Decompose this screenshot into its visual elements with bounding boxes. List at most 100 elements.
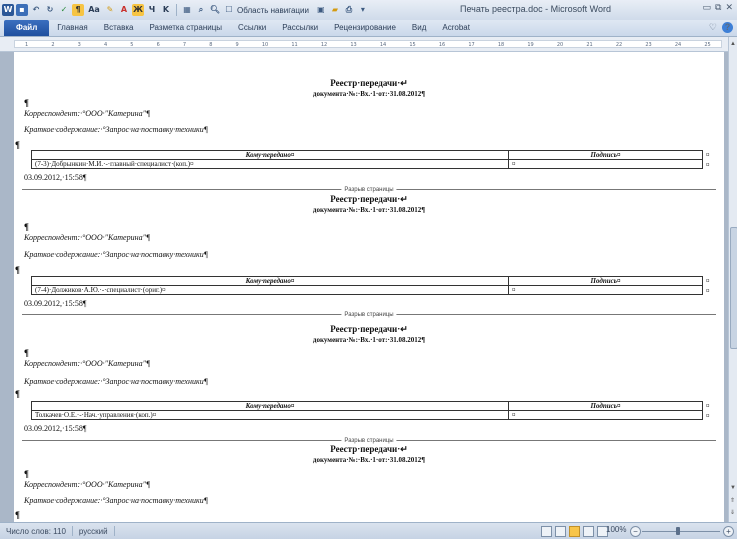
header-sign: Подпись¤ — [508, 150, 703, 160]
window-controls: ▭ ⧉ ✕ — [703, 3, 734, 13]
font-size-icon[interactable]: Aa — [86, 4, 102, 16]
transfer-table: Кому·передано¤ Подпись¤ (7-3)·Добрынкин·… — [31, 150, 703, 169]
save-icon[interactable]: ▪ — [16, 4, 28, 16]
undo-icon[interactable]: ↶ — [30, 4, 42, 16]
zoom-in-icon[interactable]: + — [723, 526, 734, 537]
table-icon[interactable]: ▦ — [181, 4, 193, 16]
ribbon-right-controls: ♡ ? — [709, 22, 733, 33]
word-icon[interactable]: W — [2, 4, 14, 16]
outline-view-icon[interactable] — [583, 526, 594, 537]
scrollbar-thumb[interactable] — [730, 227, 737, 349]
ruler-tick-label: 24 — [674, 42, 682, 48]
summary-text: Краткое·содержание:·°Запрос·на·поставку·… — [24, 377, 208, 386]
ruler-tick-label: 12 — [320, 42, 328, 48]
customize-icon[interactable]: ▾ — [357, 4, 369, 16]
tab-acrobat[interactable]: Acrobat — [434, 20, 478, 36]
print-layout-icon[interactable] — [541, 526, 552, 537]
folder-icon[interactable]: ▰ — [329, 4, 341, 16]
next-page-icon[interactable]: ⇓ — [730, 509, 735, 516]
ruler-tick-label: 3 — [77, 42, 81, 48]
ruler-tick-label: 9 — [235, 42, 239, 48]
nav-pane-label[interactable]: Область навигации — [237, 6, 309, 15]
spellcheck-icon[interactable]: ✓ — [58, 4, 70, 16]
cell-sign: ¤ — [508, 159, 703, 169]
paragraph-mark: ¶ — [15, 265, 20, 275]
scroll-down-icon[interactable]: ▼ — [730, 485, 736, 491]
checkbox-icon[interactable]: ☐ — [223, 4, 235, 16]
cell-sign: ¤ — [508, 285, 703, 295]
paragraph-mark: ¶ — [15, 389, 20, 399]
tab-mailings[interactable]: Рассылки — [274, 20, 326, 36]
page-break-label: Разрыв страницы — [341, 187, 397, 193]
title-bar: W ▪ ↶ ↻ ✓ ¶ Aa ✎ A Ж Ч K ▦ ⌕ 🔍︎ ☐ Област… — [0, 0, 737, 20]
paragraph-mark: ¶ — [24, 348, 29, 358]
summary-line: Краткое·содержание:·°Запрос·на·поставку·… — [24, 250, 208, 259]
window-title: Печать реестра.doc - Microsoft Word — [460, 4, 611, 14]
ruler-tick-label: 17 — [468, 42, 475, 48]
minimize-icon[interactable]: ▭ — [703, 3, 712, 13]
summary-text: Краткое·содержание:·°Запрос·на·поставку·… — [24, 125, 208, 134]
close-icon[interactable]: ✕ — [725, 3, 733, 13]
correspondent-line: Корреспондент:·°ООО·"Катерина"¶ — [24, 233, 150, 242]
prev-page-icon[interactable]: ⇑ — [730, 497, 735, 504]
header-to: Кому·передано¤ — [31, 150, 509, 160]
word-count[interactable]: Число слов: 110 — [0, 527, 72, 536]
summary-text: Краткое·содержание:·°Запрос·на·поставку·… — [24, 250, 208, 259]
restore-icon[interactable]: ⧉ — [715, 3, 721, 13]
scroll-up-icon[interactable]: ▲ — [730, 41, 736, 47]
tab-home[interactable]: Главная — [49, 20, 95, 36]
tab-insert[interactable]: Вставка — [96, 20, 142, 36]
tab-view[interactable]: Вид — [404, 20, 434, 36]
style-icon[interactable]: Ч — [146, 4, 158, 16]
ruler-tick-label: 6 — [156, 42, 160, 48]
collapse-ribbon-icon[interactable]: ♡ — [709, 22, 717, 33]
horizontal-ruler[interactable]: 1 2 3 4 5 6 7 8 9 10 11 12 13 14 15 16 17 18 19 20 21 22 23 24 2… — [0, 37, 728, 52]
summary-text: Краткое·содержание:·°Запрос·на·поставку·… — [24, 496, 208, 505]
language-indicator[interactable]: русский — [73, 527, 114, 536]
tab-page-layout[interactable]: Разметка страницы — [141, 20, 230, 36]
ruler-tick-label: 4 — [103, 42, 108, 48]
zoom-level[interactable]: 100% — [606, 525, 626, 534]
help-icon[interactable]: ? — [722, 22, 733, 33]
highlight-icon[interactable]: ✎ — [104, 4, 116, 16]
registry-subtitle: документа·№:·Вх.·1·от:·31.08.2012¶ — [312, 336, 426, 344]
tab-file[interactable]: Файл — [4, 20, 50, 36]
find-icon[interactable]: ⌕ — [195, 4, 207, 16]
font-color-icon[interactable]: A — [118, 4, 130, 16]
zoom-slider[interactable] — [642, 531, 720, 532]
tab-review[interactable]: Рецензирование — [326, 20, 404, 36]
summary-line: Краткое·содержание:·°Запрос·на·поставку·… — [24, 496, 208, 505]
full-screen-reading-icon[interactable] — [555, 526, 566, 537]
registry-title: Реестр·передачи·↵ — [330, 78, 408, 88]
page-break: Разрыв страницы — [22, 312, 716, 318]
ruler-tick-label: 19 — [527, 42, 534, 48]
italic-icon[interactable]: K — [160, 4, 172, 16]
ruler-tick-label: 2 — [51, 42, 55, 48]
web-layout-icon[interactable] — [569, 526, 580, 537]
insert-icon[interactable]: ▣ — [315, 4, 327, 16]
zoom-slider-thumb[interactable] — [676, 527, 680, 535]
registry-subtitle: документа·№:·Вх.·1·от:·31.08.2012¶ — [312, 90, 426, 98]
document-area: Реестр·передачи·↵ документа·№:·Вх.·1·от:… — [0, 52, 728, 522]
zoom-icon[interactable]: 🔍︎ — [209, 4, 221, 16]
ruler-tick-label: 20 — [556, 42, 564, 48]
header-sign: Подпись¤ — [508, 276, 703, 286]
correspondent-line: Корреспондент:·°ООО·"Катерина"¶ — [24, 480, 150, 489]
paragraph-mark: ¶ — [24, 98, 29, 108]
cell-sign: ¤ — [508, 410, 703, 420]
redo-icon[interactable]: ↻ — [44, 4, 56, 16]
pilcrow-icon[interactable]: ¶ — [72, 4, 84, 16]
registry-title: Реестр·передачи·↵ — [330, 324, 408, 334]
bold-highlight-icon[interactable]: Ж — [132, 4, 144, 16]
print-icon[interactable]: ⎙ — [343, 4, 355, 16]
document-page[interactable]: Реестр·передачи·↵ документа·№:·Вх.·1·от:… — [14, 52, 724, 522]
zoom-out-icon[interactable]: − — [630, 526, 641, 537]
correspondent-line: Корреспондент:·°ООО·"Катерина"¶ — [24, 359, 150, 368]
ruler-tick-label: 1 — [25, 42, 29, 48]
correspondent-line: Корреспондент:·°ООО·"Катерина"¶ — [24, 109, 150, 118]
vertical-scrollbar[interactable]: ▲ ▼ ⇑ ⇓ — [728, 37, 737, 522]
transfer-table: Кому·передано¤ Подпись¤ (7-4)·Должиков·А… — [31, 276, 703, 295]
row-end-mark: ¤ — [706, 287, 710, 295]
tab-references[interactable]: Ссылки — [230, 20, 274, 36]
status-separator — [113, 526, 115, 536]
